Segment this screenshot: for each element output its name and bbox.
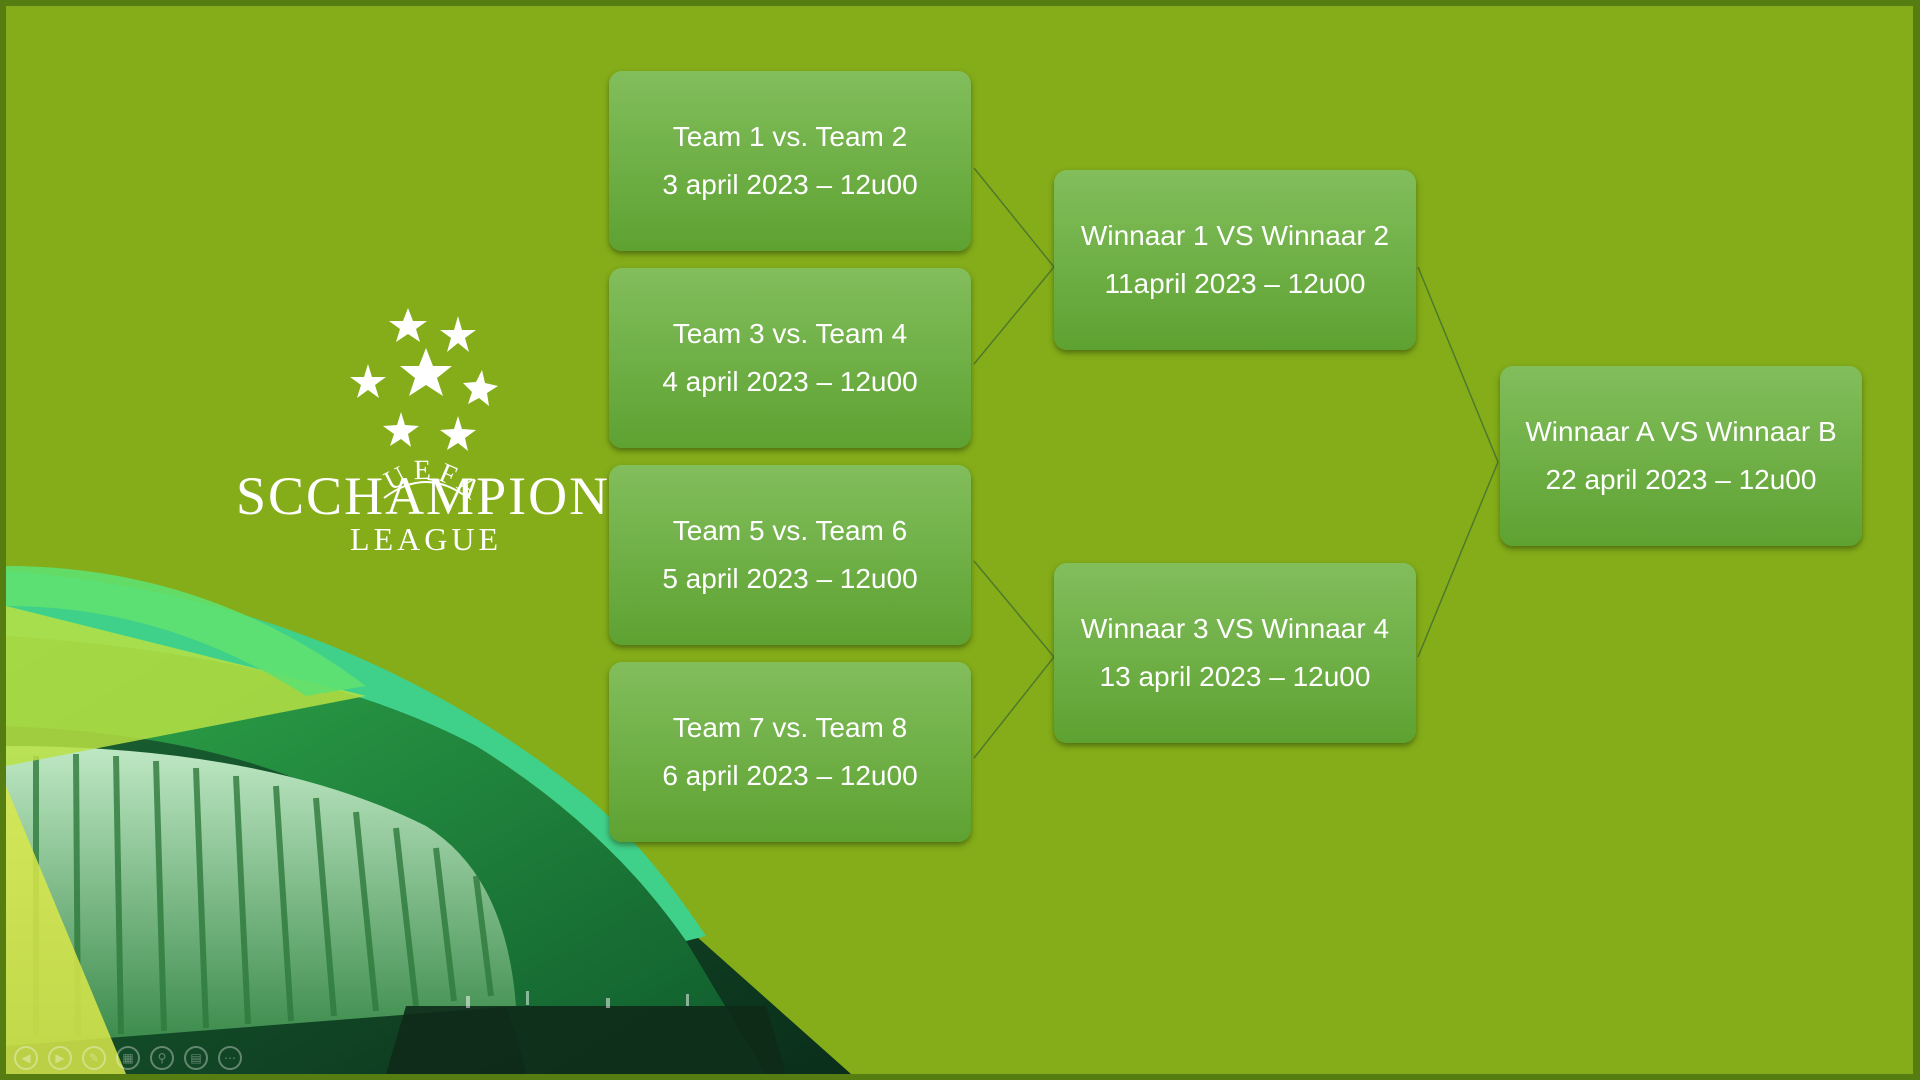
match-teams: Team 5 vs. Team 6 — [672, 515, 908, 546]
next-icon[interactable]: ▶ — [48, 1046, 72, 1070]
match-teams: Team 1 vs. Team 2 — [672, 121, 908, 152]
match-box-r1-1[interactable]: Team 1 vs. Team 2 3 april 2023 – 12u00 — [609, 71, 971, 251]
logo-title: SCCHAMPIONS — [236, 466, 643, 526]
more-icon[interactable]: ⋯ — [218, 1046, 242, 1070]
match-box-r1-4[interactable]: Team 7 vs. Team 8 6 april 2023 – 12u00 — [609, 662, 971, 842]
match-teams: Winnaar 1 VS Winnaar 2 — [1080, 220, 1390, 251]
match-box-r1-2[interactable]: Team 3 vs. Team 4 4 april 2023 – 12u00 — [609, 268, 971, 448]
match-date: 3 april 2023 – 12u00 — [662, 169, 918, 200]
match-date: 6 april 2023 – 12u00 — [662, 760, 918, 791]
starball-logo — [350, 308, 498, 451]
champions-league-logo: UEFA SCCHAMPIONS LEAGUE — [236, 296, 643, 596]
presentation-controls: ◀ ▶ ✎ ▦ ⚲ ▤ ⋯ — [14, 1046, 242, 1070]
subtitles-icon[interactable]: ▤ — [184, 1046, 208, 1070]
match-date: 5 april 2023 – 12u00 — [662, 563, 918, 594]
slides-icon[interactable]: ▦ — [116, 1046, 140, 1070]
match-teams: Team 3 vs. Team 4 — [672, 318, 908, 349]
slide: UEFA SCCHAMPIONS LEAGUE Team 1 vs. Team … — [6, 6, 1913, 1074]
match-teams: Winnaar 3 VS Winnaar 4 — [1080, 613, 1390, 644]
zoom-icon[interactable]: ⚲ — [150, 1046, 174, 1070]
prev-icon[interactable]: ◀ — [14, 1046, 38, 1070]
match-date: 4 april 2023 – 12u00 — [662, 366, 918, 397]
match-date: 22 april 2023 – 12u00 — [1545, 464, 1817, 495]
logo-subtitle: LEAGUE — [350, 521, 502, 557]
match-box-r1-3[interactable]: Team 5 vs. Team 6 5 april 2023 – 12u00 — [609, 465, 971, 645]
pen-icon[interactable]: ✎ — [82, 1046, 106, 1070]
match-teams: Team 7 vs. Team 8 — [672, 712, 908, 743]
match-teams: Winnaar A VS Winnaar B — [1525, 416, 1837, 447]
match-box-final[interactable]: Winnaar A VS Winnaar B 22 april 2023 – 1… — [1500, 366, 1862, 546]
match-date: 13 april 2023 – 12u00 — [1099, 661, 1371, 692]
match-box-r2-2[interactable]: Winnaar 3 VS Winnaar 4 13 april 2023 – 1… — [1054, 563, 1416, 743]
match-date: 11april 2023 – 12u00 — [1104, 268, 1366, 299]
match-box-r2-1[interactable]: Winnaar 1 VS Winnaar 2 11april 2023 – 12… — [1054, 170, 1416, 350]
